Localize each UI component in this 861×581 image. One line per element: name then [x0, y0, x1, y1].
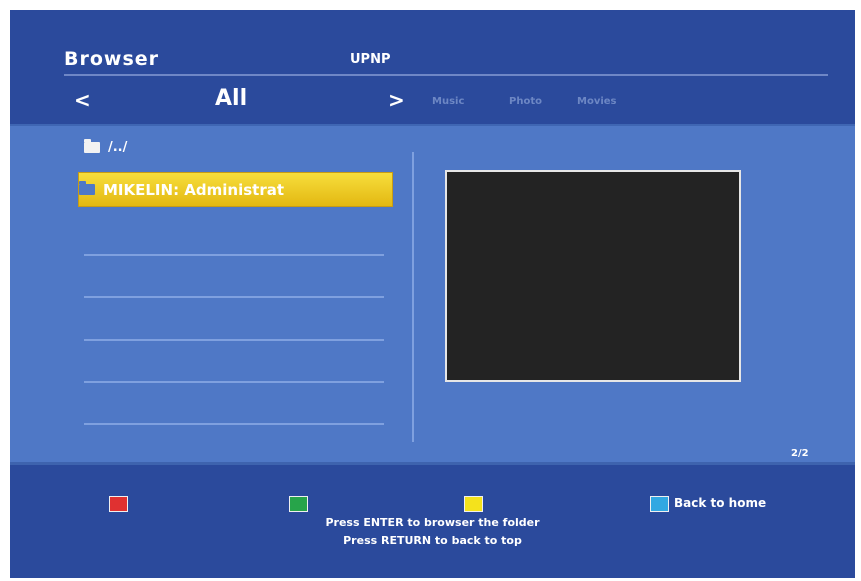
panel-divider	[412, 152, 414, 442]
footer-divider	[10, 462, 855, 465]
media-browser-screen: Browser UPNP < All > Music Photo Movies …	[10, 10, 855, 578]
blue-key-icon[interactable]	[650, 496, 669, 512]
back-to-home-label[interactable]: Back to home	[674, 496, 766, 510]
list-item[interactable]: MIKELIN: Administrat	[78, 172, 393, 207]
parent-folder-label: /../	[108, 139, 128, 155]
folder-icon	[79, 181, 95, 195]
return-hint: Press RETURN to back to top	[343, 534, 522, 547]
next-filter-icon[interactable]: >	[388, 88, 408, 112]
source-label: UPNP	[350, 52, 391, 67]
preview-pane	[445, 170, 741, 382]
empty-list-slot	[84, 381, 384, 383]
filter-music[interactable]: Music	[432, 96, 464, 107]
current-filter: All	[215, 86, 248, 111]
folder-icon	[84, 138, 100, 153]
header-divider	[64, 74, 828, 76]
empty-list-slot	[84, 254, 384, 256]
page-title: Browser	[64, 48, 160, 70]
list-item-label: MIKELIN: Administrat	[103, 180, 285, 199]
empty-list-slot	[84, 296, 384, 298]
green-key-icon[interactable]	[289, 496, 308, 512]
empty-list-slot	[84, 423, 384, 425]
filter-movies[interactable]: Movies	[577, 96, 617, 107]
parent-folder-item[interactable]: /../	[84, 136, 397, 158]
enter-hint: Press ENTER to browser the folder	[325, 516, 540, 529]
page-indicator: 2/2	[791, 448, 809, 459]
previous-filter-icon[interactable]: <	[74, 88, 94, 112]
red-key-icon[interactable]	[109, 496, 128, 512]
empty-list-slot	[84, 339, 384, 341]
yellow-key-icon[interactable]	[464, 496, 483, 512]
filter-photo[interactable]: Photo	[509, 96, 542, 107]
